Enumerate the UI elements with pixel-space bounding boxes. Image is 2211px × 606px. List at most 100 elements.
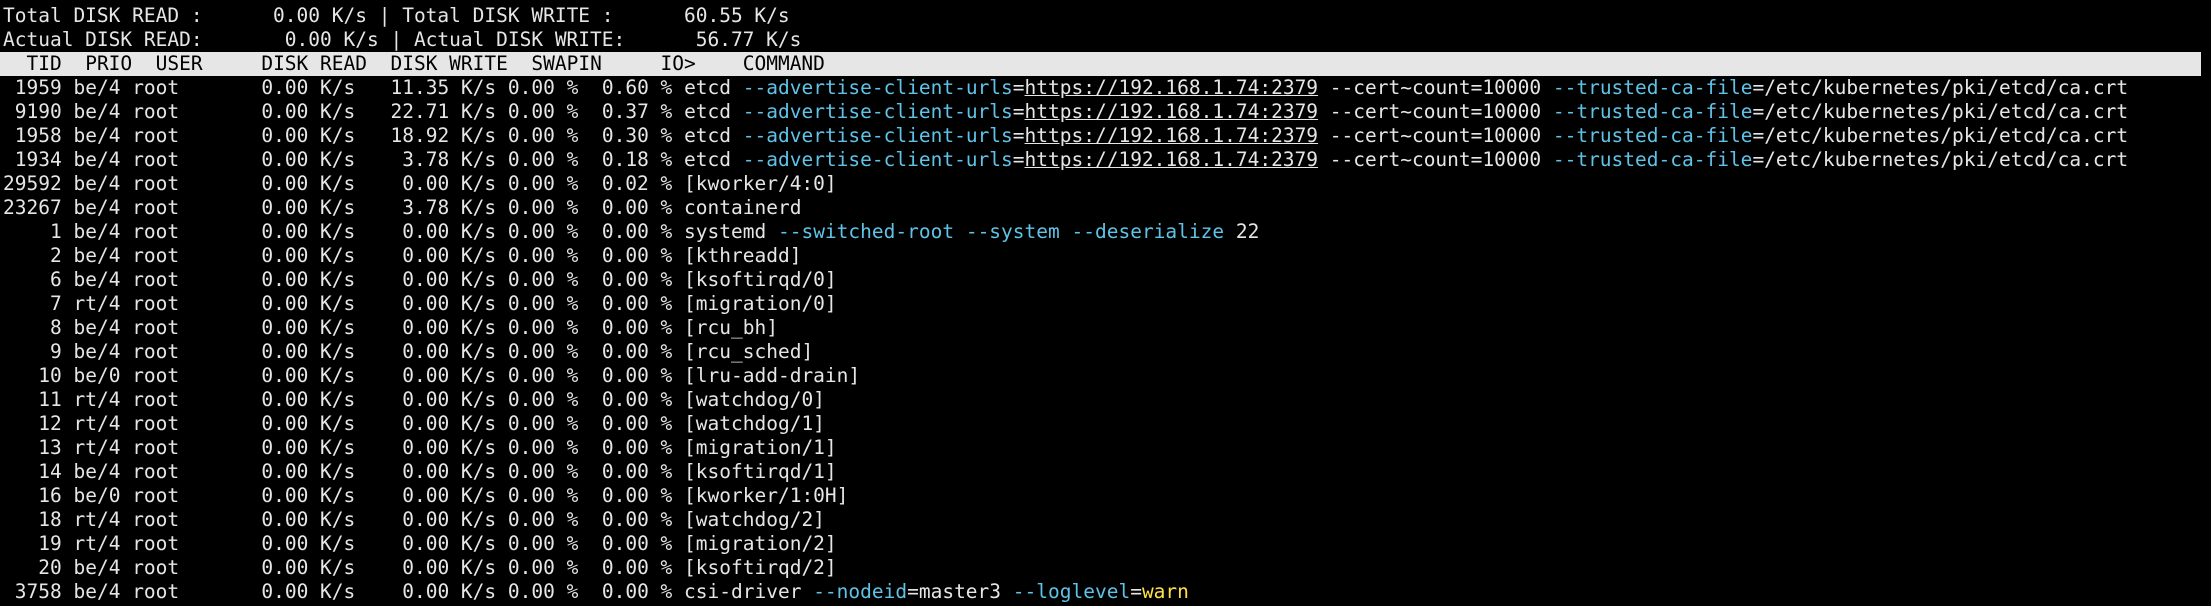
io-cell: 0.00 % [601, 508, 673, 531]
command-text: [migration/0] [684, 292, 837, 315]
disk-write-cell: 22.71 K/s [390, 100, 497, 123]
prio-cell: be/4 [73, 124, 121, 147]
disk-write-cell: 0.00 K/s [402, 244, 497, 267]
user-cell: root [132, 268, 180, 291]
command-url: https://192.168.1.74:2379 [1024, 124, 1319, 147]
disk-write-cell: 0.00 K/s [402, 556, 497, 579]
command-option: --trusted-ca-file [1552, 76, 1753, 99]
command-text: =/etc/kubernetes/pki/etcd/ca.crt [1752, 76, 2129, 99]
command-option: --deserialize [1071, 220, 1225, 243]
tid-cell: 2 [49, 244, 62, 267]
process-row[interactable]: 1958 be/4 root 0.00 K/s 18.92 K/s 0.00 %… [3, 124, 2211, 148]
iotop-terminal: Total DISK READ : 0.00 K/s | Total DISK … [0, 0, 2211, 604]
user-cell: root [132, 172, 180, 195]
command-text: csi-driver [684, 580, 814, 603]
swapin-cell: 0.00 % [507, 196, 579, 219]
process-row[interactable]: 1959 be/4 root 0.00 K/s 11.35 K/s 0.00 %… [3, 76, 2211, 100]
command-text: etcd [684, 124, 743, 147]
command-option: --loglevel [1012, 580, 1131, 603]
command-cell: [ksoftirqd/2] [684, 556, 837, 579]
col-command[interactable]: COMMAND [743, 52, 825, 75]
user-cell: root [132, 460, 180, 483]
disk-write-cell: 0.00 K/s [402, 412, 497, 435]
command-option: --advertise-client-urls [742, 148, 1013, 171]
col-user[interactable]: USER [156, 52, 203, 75]
io-cell: 0.00 % [601, 364, 673, 387]
col-prio[interactable]: PRIO [85, 52, 132, 75]
process-row[interactable]: 29592 be/4 root 0.00 K/s 0.00 K/s 0.00 %… [3, 172, 2211, 196]
tid-cell: 3758 [14, 580, 62, 603]
command-text: = [1012, 76, 1025, 99]
process-row[interactable]: 18 rt/4 root 0.00 K/s 0.00 K/s 0.00 % 0.… [3, 508, 2211, 532]
io-cell: 0.00 % [601, 316, 673, 339]
prio-cell: be/4 [73, 580, 121, 603]
disk-write-cell: 0.00 K/s [402, 484, 497, 507]
process-row[interactable]: 9190 be/4 root 0.00 K/s 22.71 K/s 0.00 %… [3, 100, 2211, 124]
col-disk-read[interactable]: DISK READ [261, 52, 367, 75]
col-disk-write[interactable]: DISK WRITE [390, 52, 507, 75]
disk-write-cell: 0.00 K/s [402, 292, 497, 315]
command-text: [migration/1] [684, 436, 837, 459]
disk-read-cell: 0.00 K/s [261, 172, 356, 195]
swapin-cell: 0.00 % [507, 532, 579, 555]
process-row[interactable]: 10 be/0 root 0.00 K/s 0.00 K/s 0.00 % 0.… [3, 364, 2211, 388]
user-cell: root [132, 556, 180, 579]
process-row[interactable]: 23267 be/4 root 0.00 K/s 3.78 K/s 0.00 %… [3, 196, 2211, 220]
tid-cell: 29592 [3, 172, 62, 195]
disk-read-cell: 0.00 K/s [261, 412, 356, 435]
process-row[interactable]: 16 be/0 root 0.00 K/s 0.00 K/s 0.00 % 0.… [3, 484, 2211, 508]
io-cell: 0.00 % [601, 220, 673, 243]
command-text: --cert~count=10000 [1318, 100, 1553, 123]
disk-read-cell: 0.00 K/s [261, 340, 356, 363]
disk-read-cell: 0.00 K/s [261, 556, 356, 579]
col-tid[interactable]: TID [26, 52, 61, 75]
disk-write-cell: 0.00 K/s [402, 220, 497, 243]
io-cell: 0.00 % [601, 292, 673, 315]
command-cell: [ksoftirqd/1] [684, 460, 837, 483]
process-row[interactable]: 2 be/4 root 0.00 K/s 0.00 K/s 0.00 % 0.0… [3, 244, 2211, 268]
process-row[interactable]: 7 rt/4 root 0.00 K/s 0.00 K/s 0.00 % 0.0… [3, 292, 2211, 316]
user-cell: root [132, 508, 180, 531]
col-io[interactable]: IO> [661, 52, 696, 75]
disk-read-cell: 0.00 K/s [261, 244, 356, 267]
col-swapin[interactable]: SWAPIN [531, 52, 601, 75]
io-cell: 0.00 % [601, 436, 673, 459]
command-cell: [lru-add-drain] [684, 364, 860, 387]
prio-cell: be/4 [73, 460, 121, 483]
actual-write-label: Actual DISK WRITE: [413, 28, 626, 51]
io-cell: 0.00 % [601, 388, 673, 411]
command-text: =/etc/kubernetes/pki/etcd/ca.crt [1752, 124, 2129, 147]
user-cell: root [132, 292, 180, 315]
process-row[interactable]: 6 be/4 root 0.00 K/s 0.00 K/s 0.00 % 0.0… [3, 268, 2211, 292]
tid-cell: 9190 [14, 100, 62, 123]
swapin-cell: 0.00 % [507, 316, 579, 339]
process-row[interactable]: 11 rt/4 root 0.00 K/s 0.00 K/s 0.00 % 0.… [3, 388, 2211, 412]
prio-cell: be/4 [73, 76, 121, 99]
process-row[interactable]: 20 be/4 root 0.00 K/s 0.00 K/s 0.00 % 0.… [3, 556, 2211, 580]
command-cell: etcd --advertise-client-urls=https://192… [684, 124, 2128, 147]
command-text: etcd [684, 148, 743, 171]
command-cell: [rcu_bh] [684, 316, 778, 339]
disk-read-cell: 0.00 K/s [261, 148, 356, 171]
command-text: [ksoftirqd/0] [684, 268, 837, 291]
command-option: --switched-root [777, 220, 955, 243]
disk-write-cell: 3.78 K/s [402, 196, 497, 219]
process-row[interactable]: 8 be/4 root 0.00 K/s 0.00 K/s 0.00 % 0.0… [3, 316, 2211, 340]
user-cell: root [132, 436, 180, 459]
command-option: --system [965, 220, 1060, 243]
process-row[interactable]: 1 be/4 root 0.00 K/s 0.00 K/s 0.00 % 0.0… [3, 220, 2211, 244]
swapin-cell: 0.00 % [507, 436, 579, 459]
process-row[interactable]: 13 rt/4 root 0.00 K/s 0.00 K/s 0.00 % 0.… [3, 436, 2211, 460]
swapin-cell: 0.00 % [507, 508, 579, 531]
process-row[interactable]: 1934 be/4 root 0.00 K/s 3.78 K/s 0.00 % … [3, 148, 2211, 172]
process-row[interactable]: 12 rt/4 root 0.00 K/s 0.00 K/s 0.00 % 0.… [3, 412, 2211, 436]
user-cell: root [132, 364, 180, 387]
command-text: containerd [684, 196, 802, 219]
process-row[interactable]: 14 be/4 root 0.00 K/s 0.00 K/s 0.00 % 0.… [3, 460, 2211, 484]
actual-read-label: Actual DISK READ: [3, 28, 203, 51]
process-row[interactable]: 19 rt/4 root 0.00 K/s 0.00 K/s 0.00 % 0.… [3, 532, 2211, 556]
process-row[interactable]: 3758 be/4 root 0.00 K/s 0.00 K/s 0.00 % … [3, 580, 2211, 604]
command-text: --cert~count=10000 [1318, 76, 1553, 99]
tid-cell: 1959 [14, 76, 62, 99]
process-row[interactable]: 9 be/4 root 0.00 K/s 0.00 K/s 0.00 % 0.0… [3, 340, 2211, 364]
